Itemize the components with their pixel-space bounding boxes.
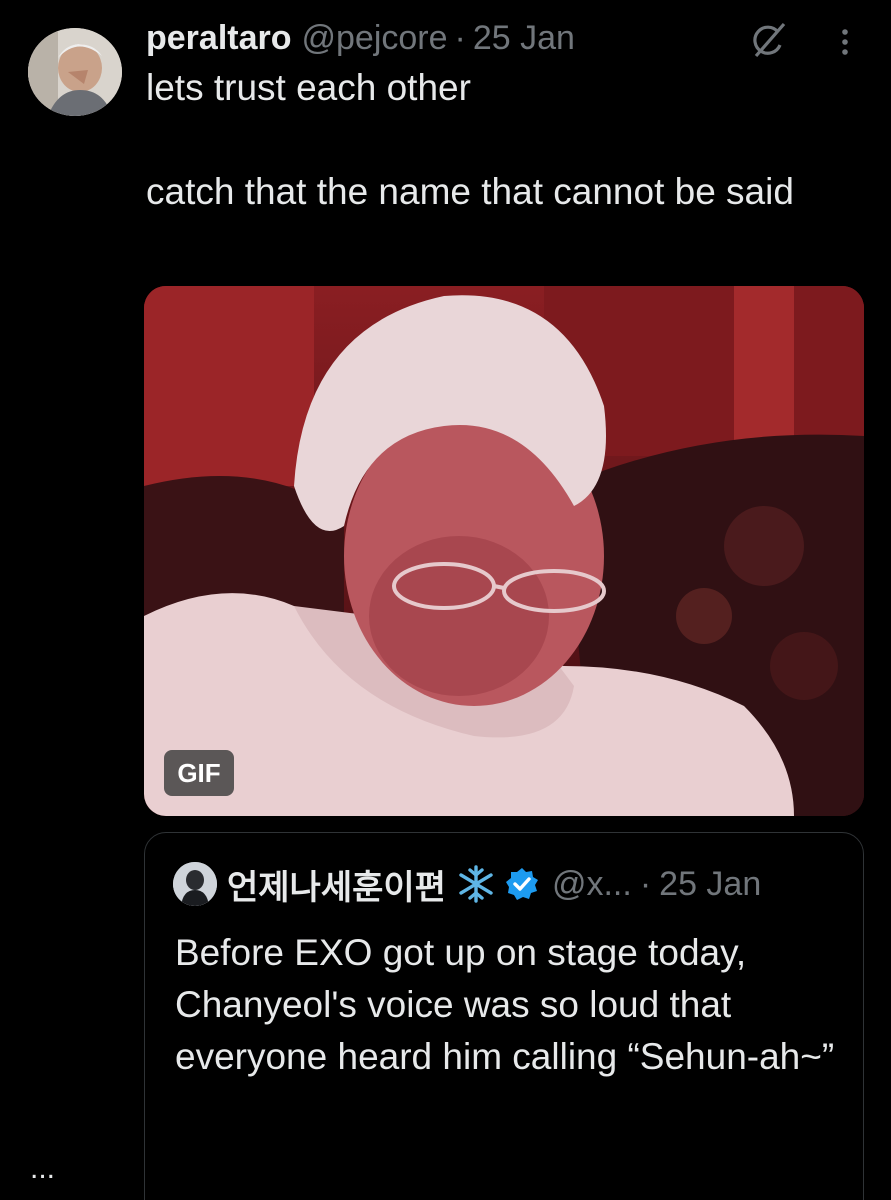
gif-frame [144,286,864,816]
quoted-avatar[interactable] [173,862,217,906]
gif-badge: GIF [164,750,234,796]
quoted-date[interactable]: 25 Jan [659,865,761,904]
verified-badge-icon [504,866,540,902]
quoted-tweet-header: 언제나세훈이편 @x... · 25 Jan [173,861,761,907]
separator-dot: · [454,18,466,57]
tweet-header: peraltaro @pejcore · 25 Jan [146,18,575,58]
quoted-ellipsis: ... [30,1152,56,1185]
more-vertical-icon[interactable] [830,24,860,60]
user-handle[interactable]: @pejcore [302,19,448,58]
avatar-image [28,28,122,116]
gif-media[interactable]: GIF [144,286,864,816]
quoted-tweet-text: Before EXO got up on stage today, Chanye… [175,932,835,1077]
snowflake-icon [456,864,496,904]
quoted-display-name[interactable]: 언제나세훈이편 [227,860,446,909]
display-name[interactable]: peraltaro [146,19,292,58]
tweet-text-line1: lets trust each other [146,67,471,108]
tweet-date[interactable]: 25 Jan [473,19,575,58]
quoted-handle[interactable]: @x... [552,865,632,904]
tweet-text-line2: catch that the name that cannot be said [146,171,794,212]
grok-icon[interactable] [748,20,788,60]
tweet[interactable]: peraltaro @pejcore · 25 Jan lets trust e… [0,0,891,1200]
avatar[interactable] [28,28,122,116]
quoted-tweet[interactable]: 언제나세훈이편 @x... · 25 Jan Before EXO got up… [144,832,864,1200]
separator-dot: · [639,864,652,903]
